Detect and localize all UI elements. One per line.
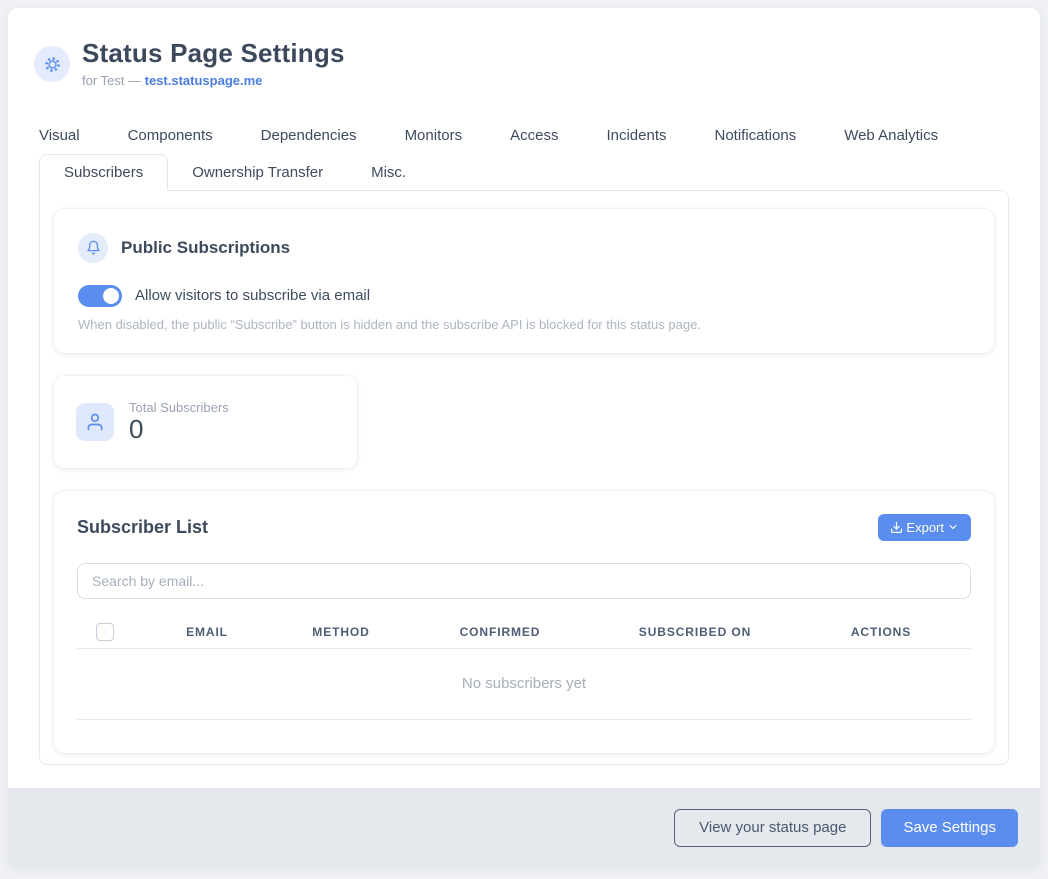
tab-components[interactable]: Components — [104, 127, 237, 144]
subscribe-helper-text: When disabled, the public “Subscribe” bu… — [78, 317, 970, 332]
tab-visual[interactable]: Visual — [15, 127, 104, 144]
public-subscriptions-header: Public Subscriptions — [78, 233, 970, 263]
chevron-down-icon — [947, 521, 959, 533]
allow-subscribe-toggle[interactable] — [78, 285, 122, 307]
toggle-knob — [103, 288, 119, 304]
tab-misc[interactable]: Misc. — [347, 154, 430, 191]
subscriber-table-header: EMAIL METHOD CONFIRMED SUBSCRIBED ON ACT… — [77, 617, 971, 649]
tabs-row-1: Visual Components Dependencies Monitors … — [8, 121, 1040, 149]
view-status-page-button[interactable]: View your status page — [674, 809, 871, 847]
subscriber-table: EMAIL METHOD CONFIRMED SUBSCRIBED ON ACT… — [77, 617, 971, 720]
download-icon — [890, 521, 903, 534]
total-subscribers-label: Total Subscribers — [129, 400, 229, 415]
subscriber-list-header: Subscriber List Export — [77, 514, 971, 541]
tabs-row-2: Subscribers Ownership Transfer Misc. — [8, 154, 1040, 190]
total-subscribers-value: 0 — [129, 415, 229, 444]
tab-dependencies[interactable]: Dependencies — [237, 127, 381, 144]
select-all-checkbox[interactable] — [96, 623, 114, 641]
column-confirmed: CONFIRMED — [401, 625, 599, 639]
tab-incidents[interactable]: Incidents — [582, 127, 690, 144]
tab-notifications[interactable]: Notifications — [691, 127, 821, 144]
tab-monitors[interactable]: Monitors — [381, 127, 487, 144]
select-all-cell — [77, 623, 133, 641]
total-subscribers-stat: Total Subscribers 0 — [129, 400, 229, 444]
export-button-label: Export — [906, 520, 944, 535]
status-page-settings-card: Status Page Settings for Test — test.sta… — [8, 8, 1040, 868]
public-subscriptions-card: Public Subscriptions Allow visitors to s… — [54, 209, 994, 353]
export-button[interactable]: Export — [878, 514, 971, 541]
page-title-block: Status Page Settings for Test — test.sta… — [82, 38, 345, 88]
tab-subscribers[interactable]: Subscribers — [39, 154, 168, 191]
bell-icon — [78, 233, 108, 263]
column-subscribed-on: SUBSCRIBED ON — [599, 625, 791, 639]
page-subtitle: for Test — test.statuspage.me — [82, 73, 345, 88]
subscriber-list-card: Subscriber List Export — [54, 491, 994, 753]
gear-icon — [34, 46, 70, 82]
page-subtitle-prefix: for Test — — [82, 73, 145, 88]
page-title: Status Page Settings — [82, 38, 345, 69]
column-actions: ACTIONS — [791, 625, 971, 639]
subscribers-tab-panel: Public Subscriptions Allow visitors to s… — [39, 190, 1009, 765]
save-settings-button[interactable]: Save Settings — [881, 809, 1018, 847]
status-page-link[interactable]: test.statuspage.me — [145, 73, 263, 88]
page-header: Status Page Settings for Test — test.sta… — [8, 8, 1040, 121]
subscriber-list-title: Subscriber List — [77, 517, 208, 538]
empty-state-text: No subscribers yet — [77, 649, 971, 720]
tab-ownership-transfer[interactable]: Ownership Transfer — [168, 154, 347, 191]
tab-access[interactable]: Access — [486, 127, 582, 144]
allow-subscribe-toggle-label: Allow visitors to subscribe via email — [135, 287, 370, 304]
total-subscribers-card: Total Subscribers 0 — [54, 376, 357, 468]
subscribe-toggle-row: Allow visitors to subscribe via email — [78, 285, 970, 307]
search-input[interactable] — [77, 563, 971, 599]
tab-web-analytics[interactable]: Web Analytics — [820, 127, 962, 144]
user-icon — [76, 403, 114, 441]
column-method: METHOD — [281, 625, 401, 639]
column-email: EMAIL — [133, 625, 281, 639]
public-subscriptions-title: Public Subscriptions — [121, 238, 290, 258]
page-footer: View your status page Save Settings — [8, 788, 1040, 868]
